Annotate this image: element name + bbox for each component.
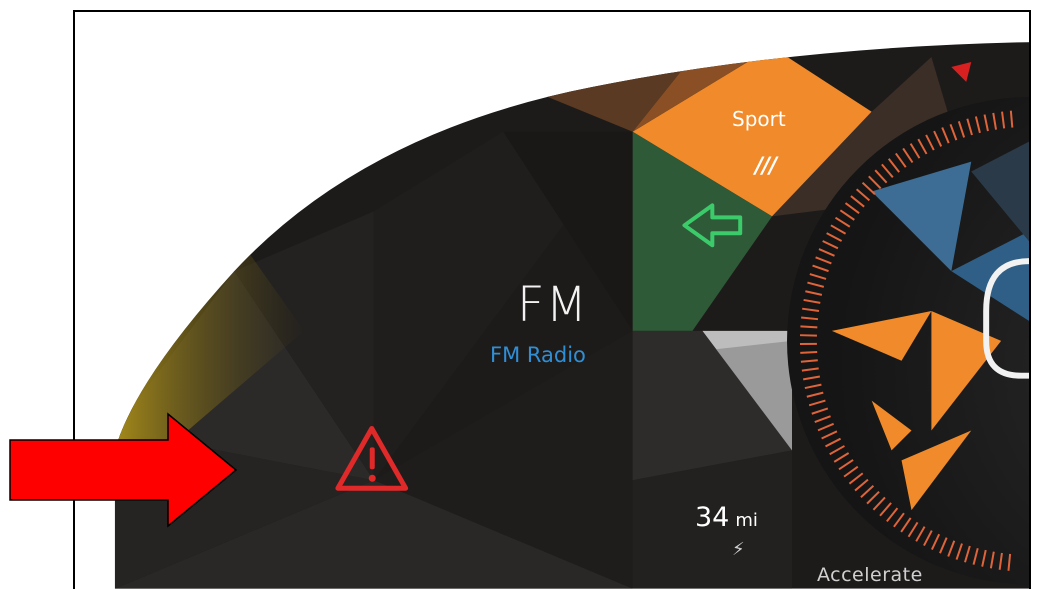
range-readout: 34 mi: [695, 502, 758, 533]
red-arrow-icon: [9, 412, 238, 528]
drive-mode-label: Sport: [732, 107, 786, 131]
speed-tick: [800, 351, 818, 354]
speedometer-mode-label: Accelerate: [817, 564, 923, 586]
drive-mode-indicator: ///: [755, 154, 777, 179]
media-source-subtitle: FM Radio: [490, 343, 586, 367]
range-value: 34: [695, 502, 730, 533]
charge-bolt-icon: ⚡: [732, 539, 745, 560]
media-source-title: FM: [517, 277, 589, 333]
speed-tick: [800, 325, 818, 329]
range-unit: mi: [735, 510, 758, 531]
